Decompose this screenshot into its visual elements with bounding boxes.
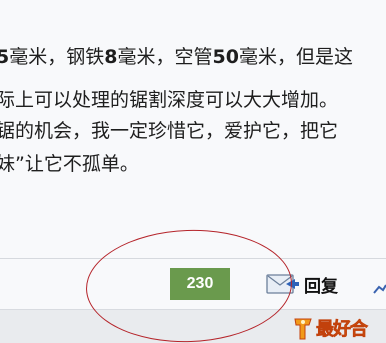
watermark-emblem-icon bbox=[294, 318, 312, 339]
post-page: 5毫米，钢铁8毫米，空管50毫米，但是这 际上可以处理的锯割深度可以大大增加。 … bbox=[0, 0, 386, 343]
watermark-text: 最好合 bbox=[316, 318, 369, 340]
reply-icon bbox=[266, 273, 300, 295]
like-count-button[interactable]: 230 bbox=[170, 268, 230, 300]
share-icon[interactable] bbox=[373, 280, 386, 294]
reply-button[interactable]: 回复 bbox=[266, 271, 338, 297]
post-text-line-4: 妹”让它不孤单。 bbox=[0, 153, 139, 175]
post-text-line-3: 锯的机会，我一定珍惜它，爱护它，把它 bbox=[0, 120, 339, 142]
reply-label: 回复 bbox=[304, 276, 338, 297]
post-text-line-1: 5毫米，钢铁8毫米，空管50毫米，但是这 bbox=[0, 46, 353, 68]
post-text-line-2: 际上可以处理的锯割深度可以大大增加。 bbox=[0, 89, 339, 111]
post-body: 5毫米，钢铁8毫米，空管50毫米，但是这 际上可以处理的锯割深度可以大大增加。 … bbox=[0, 0, 386, 258]
site-watermark-logo: 最好合 bbox=[292, 312, 386, 343]
